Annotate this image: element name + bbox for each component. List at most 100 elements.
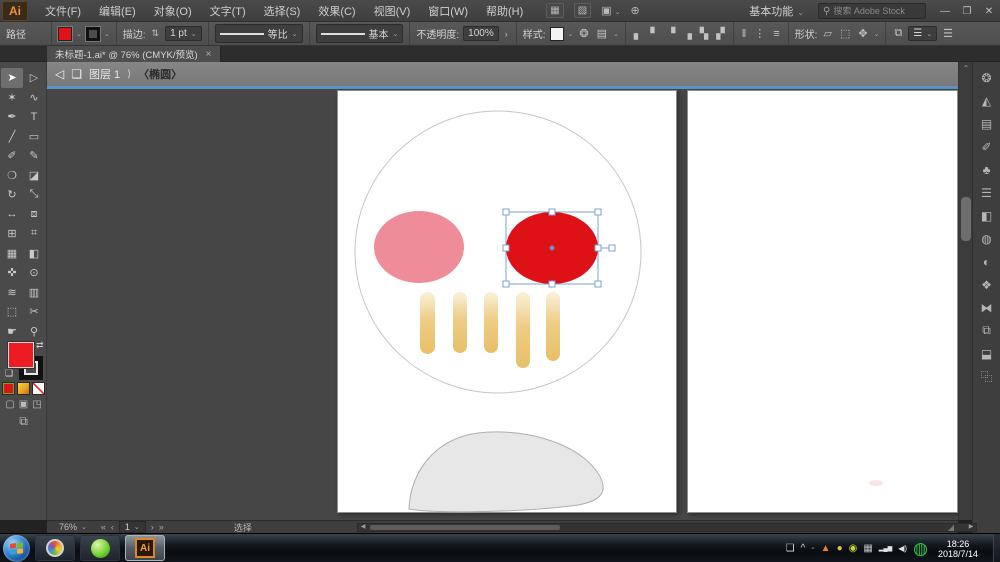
gradient-tool[interactable]: ◧ (23, 244, 45, 264)
export-panel-icon[interactable]: ⧉ (975, 319, 999, 342)
menu-select[interactable]: 选择(S) (255, 0, 310, 22)
width-profile-select[interactable]: 等比 ⌄ (214, 24, 303, 43)
mesh-tool[interactable]: ▦ (1, 244, 23, 264)
scroll-right-icon[interactable]: ▶ (966, 524, 976, 531)
eraser-tool[interactable]: ◪ (23, 166, 45, 186)
align-top-icon[interactable]: ▗ (681, 27, 693, 40)
scroll-left-icon[interactable]: ◀ (358, 524, 368, 531)
menu-help[interactable]: 帮助(H) (477, 0, 532, 22)
control-panel-menu-icon[interactable]: ☰ (941, 27, 955, 40)
free-transform-tool[interactable]: ⧈ (23, 205, 45, 225)
tooth-bar-2[interactable] (453, 292, 467, 353)
teeth-bars[interactable] (420, 292, 560, 368)
flame-app-icon[interactable]: ▲ (821, 543, 831, 554)
stroke-width-field[interactable]: 1 pt ⌄ (165, 26, 202, 41)
color-mode-button[interactable] (2, 382, 15, 395)
tab-close-icon[interactable]: × (206, 49, 212, 60)
swatches-panel-icon[interactable]: ▤ (975, 112, 999, 135)
cs-services-icon[interactable]: ⊕ (631, 4, 640, 17)
align-right-icon[interactable]: ▝ (665, 27, 677, 40)
chevron-down-icon[interactable]: ⌄ (104, 30, 110, 38)
scroll-up-icon[interactable]: ⌃ (959, 62, 973, 74)
slice-tool[interactable]: ✂ (23, 302, 45, 322)
first-artboard-button[interactable]: « (101, 522, 106, 532)
tooth-bar-4[interactable] (516, 292, 530, 368)
handle-top-center[interactable] (548, 208, 556, 216)
align-center-icon[interactable]: ▘ (648, 27, 660, 40)
draw-inside-icon[interactable]: ◳ (32, 399, 41, 410)
taskbar-clock[interactable]: 18:26 2018/7/14 (938, 539, 978, 559)
menu-file[interactable]: 文件(F) (36, 0, 90, 22)
rectangle-tool[interactable]: ▭ (23, 127, 45, 147)
line-segment-tool[interactable]: ╱ (1, 127, 23, 147)
exit-isolation-icon[interactable]: ◁ (55, 67, 64, 81)
antivirus-360-icon[interactable]: ◍ (913, 539, 928, 559)
opacity-field[interactable]: 100% (463, 26, 499, 41)
screen-mode-icon[interactable]: ⧉ (0, 414, 47, 429)
handle-middle-left[interactable] (502, 244, 510, 252)
tooth-bar-5[interactable] (546, 292, 560, 361)
chevron-down-icon[interactable]: ⌄ (568, 30, 574, 38)
breadcrumb-item[interactable]: 〈椭圆〉 (138, 66, 182, 82)
distribute-horizontal-icon[interactable]: ‖ (740, 28, 749, 40)
ime-keyboard-icon[interactable]: ▦ (863, 543, 872, 554)
folder-icon[interactable]: ❏ (786, 543, 795, 554)
blob-brush-tool[interactable]: ❍ (1, 166, 23, 186)
close-button[interactable]: ✕ (978, 2, 1000, 20)
artboard-number-field[interactable]: 1 ⌄ (118, 521, 146, 533)
workspace-switcher[interactable]: 基本功能 ⌄ (743, 1, 810, 21)
menu-object[interactable]: 对象(O) (145, 0, 201, 22)
gradient-panel-icon[interactable]: ◧ (975, 204, 999, 227)
distribute-spacing-icon[interactable]: ≡ (771, 28, 781, 40)
color-panel-icon[interactable]: ❂ (975, 66, 999, 89)
chevron-right-icon[interactable]: › (503, 29, 510, 39)
artboard-1[interactable] (337, 90, 677, 513)
handle-bottom-right[interactable] (594, 280, 602, 288)
graphic-style-swatch[interactable] (549, 26, 564, 41)
draw-behind-icon[interactable]: ▣ (19, 399, 28, 410)
last-artboard-button[interactable]: » (159, 522, 164, 532)
breadcrumb-layer[interactable]: 图层 1 (89, 66, 120, 82)
previous-artboard-button[interactable]: ‹ (111, 522, 114, 532)
handle-bottom-left[interactable] (502, 280, 510, 288)
type-tool[interactable]: T (23, 107, 45, 127)
swap-fill-stroke-icon[interactable]: ⇄ (36, 340, 44, 351)
show-desktop-button[interactable] (993, 534, 1000, 562)
perspective-grid-tool[interactable]: ⌗ (23, 224, 45, 244)
eyedropper-tool[interactable]: ✜ (1, 263, 23, 283)
lasso-tool[interactable]: ∿ (23, 88, 45, 108)
zoom-level-select[interactable]: 76% ⌄ (55, 522, 91, 532)
artboard-tool[interactable]: ⬚ (1, 302, 23, 322)
selection-center-point[interactable] (549, 245, 555, 251)
restore-button[interactable]: ❐ (956, 2, 978, 20)
arrange-documents-icon[interactable]: ▣ ⌄ (601, 4, 620, 17)
align-left-icon[interactable]: ▖ (632, 27, 644, 40)
taskbar-app-green-sphere[interactable] (80, 535, 120, 561)
symbol-sprayer-tool[interactable]: ≋ (1, 283, 23, 303)
menu-view[interactable]: 视图(V) (365, 0, 420, 22)
tray-dash-icon[interactable]: - (811, 543, 814, 554)
align-bottom-icon[interactable]: ▞ (714, 27, 726, 40)
bounding-box-icon[interactable]: ⬚ (838, 27, 852, 40)
column-graph-tool[interactable]: ▥ (23, 283, 45, 303)
transform-icon[interactable]: ✥ (856, 27, 869, 40)
taskbar-app-illustrator[interactable]: Ai (125, 535, 165, 561)
menu-type[interactable]: 文字(T) (201, 0, 255, 22)
fill-proxy-swatch[interactable] (8, 342, 34, 368)
none-mode-button[interactable] (32, 382, 45, 395)
stock-search[interactable]: ⚲ (818, 3, 926, 19)
hand-tool[interactable]: ☛ (1, 322, 23, 342)
handle-side-extra[interactable] (608, 244, 616, 252)
width-tool[interactable]: ↔ (1, 205, 23, 225)
menu-effect[interactable]: 效果(C) (309, 0, 364, 22)
stroke-stepper-icon[interactable]: ⇅ (150, 28, 162, 39)
magic-wand-tool[interactable]: ✶ (1, 88, 23, 108)
handle-bottom-center[interactable] (548, 280, 556, 288)
volume-icon[interactable]: ◀) (898, 544, 907, 553)
distribute-vertical-icon[interactable]: ⋮ (752, 27, 767, 40)
search-input[interactable] (833, 6, 922, 16)
handle-middle-right[interactable] (594, 244, 602, 252)
fill-color-swatch[interactable] (58, 26, 72, 41)
align-middle-icon[interactable]: ▚ (698, 27, 710, 40)
draw-normal-icon[interactable]: ▢ (5, 399, 14, 410)
